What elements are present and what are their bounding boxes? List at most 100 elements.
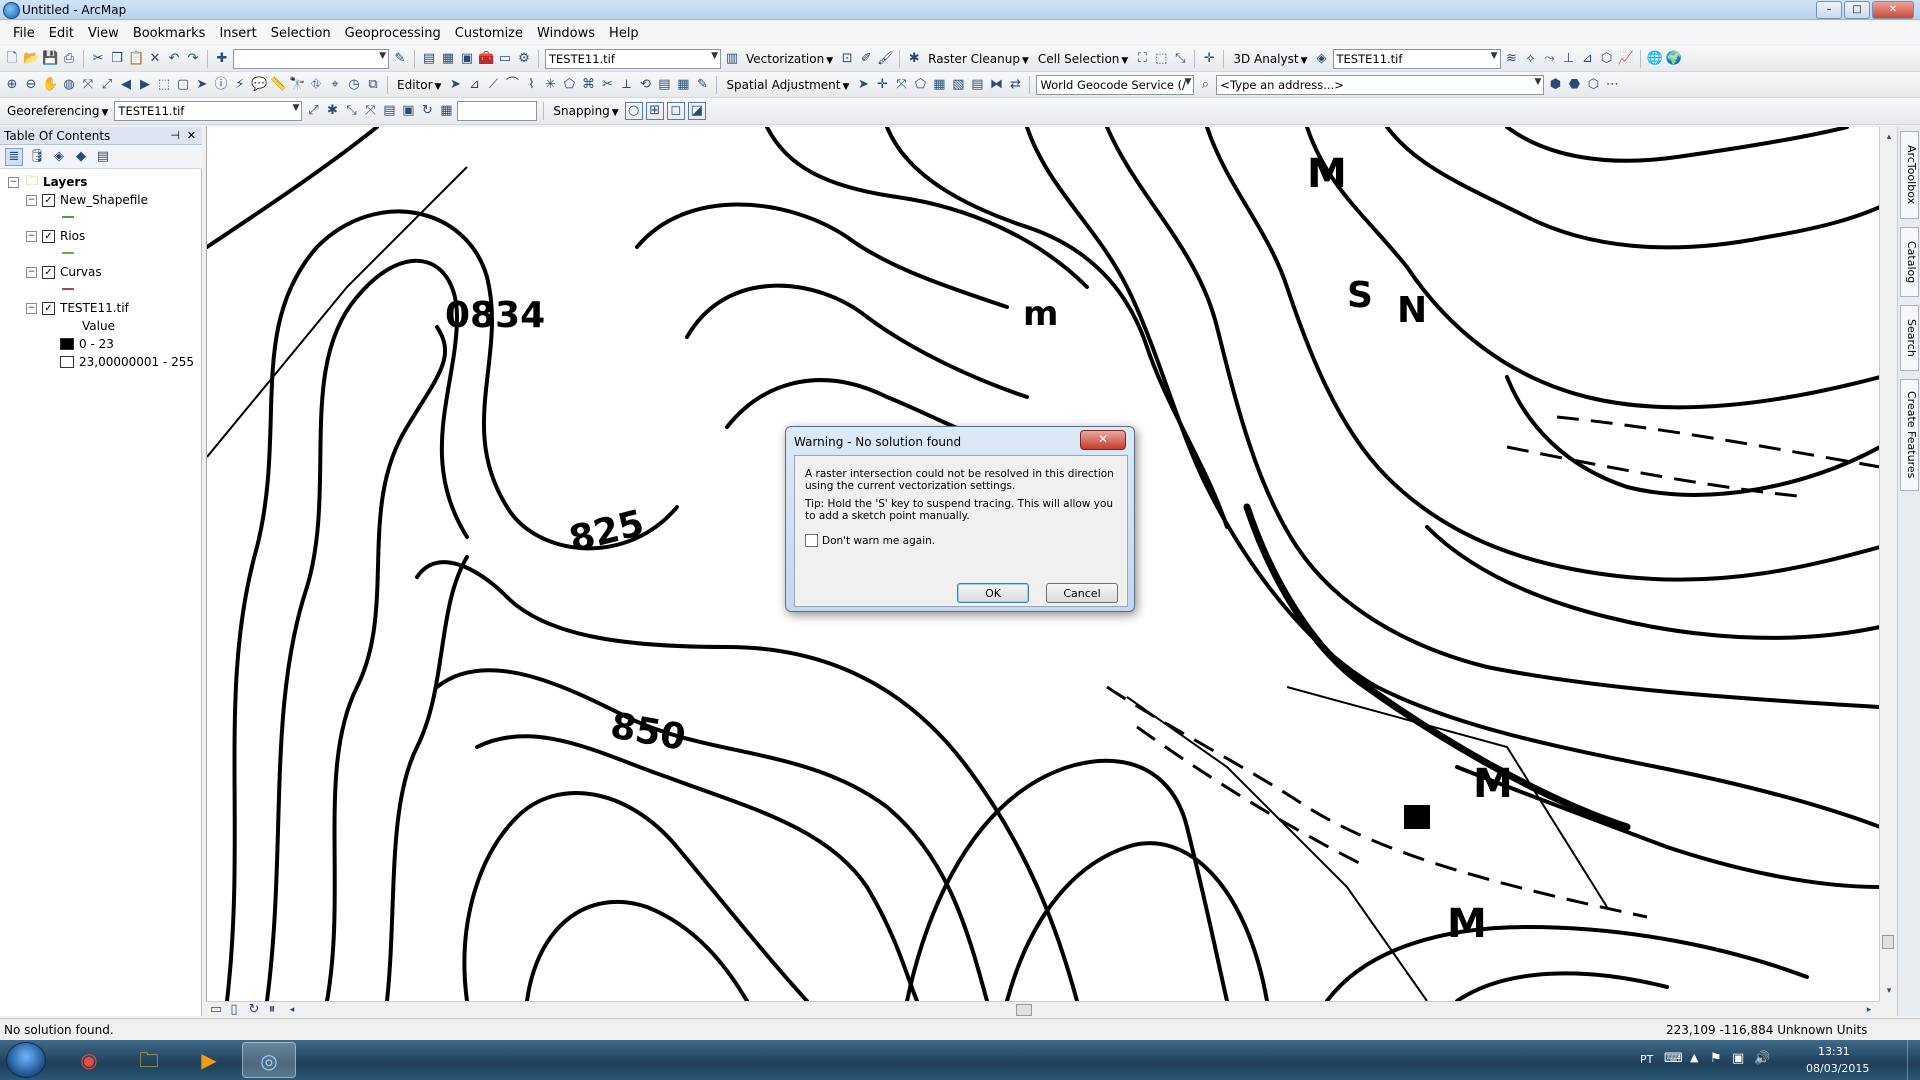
raster-cleanup-icon[interactable]: ✱ — [906, 51, 922, 67]
shift-raster-icon[interactable]: ⤡ — [343, 103, 359, 119]
go-to-xy-icon[interactable]: ⌖ — [327, 77, 343, 93]
edit-annotation-icon[interactable]: ⊿ — [466, 77, 482, 93]
menu-customize[interactable]: Customize — [448, 24, 530, 43]
interpolate-line-icon[interactable]: ⊿ — [1580, 51, 1596, 67]
steepest-path-icon[interactable]: ⟡ — [1523, 51, 1539, 67]
menu-view[interactable]: View — [81, 24, 126, 43]
viewer-icon[interactable]: ▣ — [400, 103, 416, 119]
dont-warn-row[interactable]: Don't warn me again. — [805, 534, 935, 547]
arcglobe-icon[interactable]: 🌍 — [1666, 51, 1682, 67]
save-icon[interactable]: 💾 — [42, 51, 58, 67]
line-symbol-icon[interactable] — [62, 252, 74, 254]
interpolate-polygon-icon[interactable]: ⬡ — [1599, 51, 1615, 67]
split-icon[interactable]: ⟂ — [618, 77, 634, 93]
language-indicator[interactable]: PT — [1640, 1053, 1653, 1066]
media-player-icon[interactable]: ▶ — [182, 1042, 236, 1078]
explorer-folder-icon[interactable]: 🗀 — [122, 1042, 176, 1078]
vectorization-menu[interactable]: Vectorization ▼ — [743, 52, 836, 66]
full-extent-icon[interactable]: ◍ — [61, 77, 77, 93]
search-window-icon[interactable]: ▣ — [459, 51, 475, 67]
toc-pin-button[interactable]: ⊣ — [170, 127, 180, 145]
attributes-icon[interactable]: ▤ — [656, 77, 672, 93]
catalog-icon[interactable]: ▦ — [440, 51, 456, 67]
menu-bookmarks[interactable]: Bookmarks — [126, 24, 213, 43]
directions-icon[interactable]: ⬡ — [1585, 77, 1601, 93]
select-connected-cells-icon[interactable]: ⛶ — [1134, 51, 1150, 67]
editor-toolbar-icon[interactable]: ✎ — [392, 51, 408, 67]
identify-icon[interactable]: ⓘ — [213, 77, 229, 93]
show-desktop-button[interactable] — [1907, 1040, 1920, 1080]
cut-icon[interactable]: ✂ — [90, 51, 106, 67]
layer-rios[interactable]: − ✓ Rios — [26, 228, 85, 244]
line-of-sight-icon[interactable]: ⤳ — [1542, 51, 1558, 67]
sketch-properties-icon[interactable]: ▦ — [675, 77, 691, 93]
create-features-icon[interactable]: ✎ — [694, 77, 710, 93]
add-data-icon[interactable]: ✚ — [214, 51, 230, 67]
toc-close-button[interactable]: ✕ — [187, 127, 196, 145]
layer-curvas[interactable]: − ✓ Curvas — [26, 264, 102, 280]
georeferencing-layer-combo[interactable]: TESTE11.tif ▼ — [114, 101, 303, 121]
add-control-points-icon[interactable]: ✱ — [324, 103, 340, 119]
route-icon[interactable]: ⬣ — [1566, 77, 1582, 93]
address-inspector-icon[interactable]: ⌕ — [1197, 77, 1213, 93]
end-point-arc-icon[interactable]: ⌒ — [504, 77, 520, 93]
class-swatch[interactable] — [60, 356, 74, 368]
fixed-zoom-out-icon[interactable]: ⤢ — [99, 77, 115, 93]
rotate-raster-icon[interactable]: ⤢ — [305, 103, 321, 119]
create-viewer-icon[interactable]: ⧉ — [365, 77, 381, 93]
georef-value-input[interactable] — [457, 101, 538, 121]
dock-tab-catalog[interactable]: Catalog — [1900, 227, 1919, 297]
list-by-drawing-order-icon[interactable]: ≣ — [5, 147, 23, 166]
undo-icon[interactable]: ↶ — [166, 51, 182, 67]
layer-teste11[interactable]: − ✓ TESTE11.tif — [26, 300, 129, 316]
limited-adjustment-icon[interactable]: ▧ — [950, 77, 966, 93]
address-input[interactable]: <Type an address...> ▼ — [1216, 75, 1545, 95]
scroll-up-icon[interactable]: ▴ — [1881, 129, 1897, 145]
collapse-icon[interactable]: − — [26, 302, 37, 314]
vectorization-raster-combo[interactable]: TESTE11.tif ▼ — [545, 49, 721, 69]
view-link-table-icon[interactable]: ▤ — [969, 77, 985, 93]
new-document-icon[interactable]: 🗋 — [4, 51, 20, 67]
arctoolbox-icon[interactable]: 🧰 — [478, 51, 494, 67]
view-link-table-georef-icon[interactable]: ▤ — [381, 103, 397, 119]
fixed-zoom-in-icon[interactable]: ⤧ — [80, 77, 96, 93]
layer-visibility-checkbox[interactable]: ✓ — [42, 265, 55, 279]
list-by-visibility-icon[interactable]: ◈ — [51, 149, 67, 165]
network-icon[interactable]: ▣ — [1732, 1051, 1744, 1066]
start-button[interactable] — [6, 1042, 46, 1078]
layer-new-shapefile[interactable]: − ✓ New_Shapefile — [26, 192, 148, 208]
contour-icon[interactable]: ≋ — [1504, 51, 1520, 67]
identity-link-icon[interactable]: ▦ — [931, 77, 947, 93]
cancel-button[interactable]: Cancel — [1046, 583, 1118, 603]
dock-tab-search[interactable]: Search — [1900, 305, 1919, 371]
table-of-contents-icon[interactable]: ▤ — [421, 51, 437, 67]
copy-icon[interactable]: ❐ — [109, 51, 125, 67]
menu-windows[interactable]: Windows — [530, 24, 602, 43]
back-arrow-icon[interactable]: ◀ — [118, 77, 134, 93]
cell-selection-menu[interactable]: Cell Selection ▼ — [1035, 52, 1131, 66]
raster-class-row[interactable]: 0 - 23 — [60, 336, 114, 352]
3d-analyst-menu[interactable]: 3D Analyst ▼ — [1230, 52, 1310, 66]
select-features-icon[interactable]: ⬚ — [156, 77, 172, 93]
3d-analyst-layer-combo[interactable]: TESTE11.tif ▼ — [1332, 49, 1501, 69]
zoom-in-icon[interactable]: ⊕ — [4, 77, 20, 93]
scroll-thumb[interactable] — [1016, 1004, 1032, 1016]
clock-date[interactable]: 08/03/2015 — [1806, 1062, 1869, 1075]
vectorization-settings-icon[interactable]: ▥ — [724, 51, 740, 67]
clear-selection-icon[interactable]: ▢ — [175, 77, 191, 93]
chrome-icon[interactable]: ◉ — [62, 1042, 116, 1078]
model-builder-icon[interactable]: ⚙ — [516, 51, 532, 67]
profile-graph-icon[interactable]: 📈 — [1618, 51, 1634, 67]
find-icon[interactable]: 🔭 — [289, 77, 305, 93]
find-route-icon[interactable]: ⛗ — [308, 77, 324, 93]
editor-menu[interactable]: Editor ▼ — [394, 78, 444, 92]
toc-options-icon[interactable]: ▤ — [95, 149, 111, 165]
point-snapping-icon[interactable]: ○ — [624, 102, 643, 120]
delete-icon[interactable]: ✕ — [147, 51, 163, 67]
python-icon[interactable]: ▭ — [497, 51, 513, 67]
cut-polygons-icon[interactable]: ✂ — [599, 77, 615, 93]
collapse-icon[interactable]: − — [26, 230, 37, 242]
interpolate-point-icon[interactable]: ⊥ — [1561, 51, 1577, 67]
clock-time[interactable]: 13:31 — [1818, 1045, 1850, 1058]
arcscene-icon[interactable]: 🌐 — [1647, 51, 1663, 67]
